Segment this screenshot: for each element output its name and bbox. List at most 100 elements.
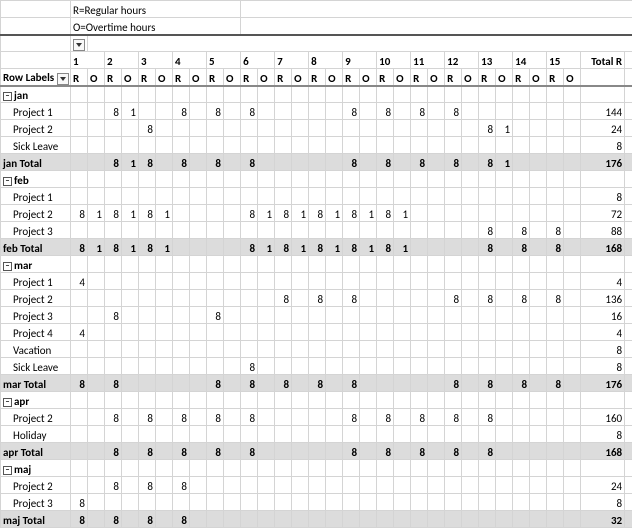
r-total-cell[interactable] bbox=[173, 239, 190, 256]
o-cell[interactable] bbox=[122, 494, 139, 511]
o-cell[interactable] bbox=[224, 307, 241, 324]
r-cell[interactable] bbox=[139, 222, 156, 239]
r-total-cell[interactable]: 8 bbox=[377, 154, 394, 171]
o-total-cell[interactable] bbox=[326, 154, 343, 171]
r-cell[interactable] bbox=[105, 324, 122, 341]
total-o-cell[interactable] bbox=[625, 188, 632, 205]
o-cell[interactable] bbox=[224, 273, 241, 290]
total-o-cell[interactable] bbox=[625, 358, 632, 375]
o-total-cell[interactable] bbox=[224, 443, 241, 460]
o-cell[interactable] bbox=[88, 358, 105, 375]
r-header[interactable]: R bbox=[377, 69, 394, 86]
r-total-cell[interactable]: 8 bbox=[241, 239, 258, 256]
o-total-cell[interactable] bbox=[88, 511, 105, 528]
o-total-cell[interactable] bbox=[258, 154, 275, 171]
r-cell[interactable] bbox=[479, 137, 496, 154]
o-total-cell[interactable]: 1 bbox=[326, 239, 343, 256]
o-cell[interactable] bbox=[224, 290, 241, 307]
o-cell[interactable] bbox=[292, 409, 309, 426]
o-cell[interactable] bbox=[530, 222, 547, 239]
o-total-cell[interactable] bbox=[564, 511, 581, 528]
month-row[interactable]: −feb bbox=[1, 171, 71, 188]
total-o-cell[interactable] bbox=[625, 341, 632, 358]
o-cell[interactable] bbox=[88, 494, 105, 511]
r-header[interactable]: R bbox=[71, 69, 88, 86]
cell[interactable] bbox=[479, 256, 496, 273]
day-header[interactable]: 14 bbox=[513, 52, 547, 69]
cell[interactable] bbox=[411, 392, 428, 409]
o-cell[interactable] bbox=[428, 409, 445, 426]
r-cell[interactable] bbox=[513, 341, 530, 358]
cell[interactable] bbox=[241, 1, 632, 18]
o-total-cell[interactable] bbox=[88, 375, 105, 392]
r-cell[interactable] bbox=[411, 341, 428, 358]
r-cell[interactable] bbox=[71, 188, 88, 205]
r-cell[interactable]: 8 bbox=[445, 290, 462, 307]
o-cell[interactable] bbox=[258, 222, 275, 239]
r-cell[interactable] bbox=[377, 290, 394, 307]
r-cell[interactable] bbox=[173, 341, 190, 358]
o-cell[interactable] bbox=[326, 358, 343, 375]
cell[interactable] bbox=[547, 86, 564, 103]
r-total-cell[interactable] bbox=[173, 375, 190, 392]
day-header[interactable]: 6 bbox=[241, 52, 275, 69]
chevron-down-icon[interactable] bbox=[73, 39, 85, 51]
r-cell[interactable] bbox=[479, 103, 496, 120]
o-total-cell[interactable] bbox=[394, 154, 411, 171]
o-cell[interactable] bbox=[190, 205, 207, 222]
o-cell[interactable] bbox=[428, 188, 445, 205]
r-cell[interactable] bbox=[241, 341, 258, 358]
o-cell[interactable] bbox=[394, 137, 411, 154]
cell[interactable] bbox=[326, 86, 343, 103]
r-cell[interactable] bbox=[207, 494, 224, 511]
r-cell[interactable]: 8 bbox=[513, 222, 530, 239]
cell[interactable] bbox=[581, 69, 625, 86]
r-total-cell[interactable] bbox=[207, 239, 224, 256]
r-cell[interactable]: 8 bbox=[411, 409, 428, 426]
total-o-cell[interactable] bbox=[625, 273, 632, 290]
cell[interactable] bbox=[292, 86, 309, 103]
o-cell[interactable] bbox=[496, 205, 513, 222]
cell[interactable] bbox=[411, 86, 428, 103]
cell[interactable] bbox=[173, 392, 190, 409]
cell[interactable] bbox=[1, 18, 71, 35]
r-cell[interactable] bbox=[275, 188, 292, 205]
o-cell[interactable] bbox=[190, 120, 207, 137]
cell[interactable] bbox=[547, 256, 564, 273]
o-total-cell[interactable] bbox=[122, 443, 139, 460]
r-cell[interactable] bbox=[241, 273, 258, 290]
r-cell[interactable] bbox=[241, 137, 258, 154]
o-cell[interactable] bbox=[224, 358, 241, 375]
total-o-cell[interactable] bbox=[625, 375, 632, 392]
r-cell[interactable] bbox=[275, 409, 292, 426]
o-cell[interactable] bbox=[258, 358, 275, 375]
r-cell[interactable] bbox=[241, 477, 258, 494]
cell[interactable] bbox=[258, 86, 275, 103]
r-cell[interactable] bbox=[377, 120, 394, 137]
cell[interactable] bbox=[292, 171, 309, 188]
o-cell[interactable] bbox=[462, 494, 479, 511]
o-cell[interactable] bbox=[258, 273, 275, 290]
r-cell[interactable]: 8 bbox=[275, 205, 292, 222]
o-cell[interactable] bbox=[224, 477, 241, 494]
o-cell[interactable] bbox=[428, 494, 445, 511]
r-cell[interactable]: 8 bbox=[309, 205, 326, 222]
cell[interactable] bbox=[241, 18, 632, 35]
cell[interactable] bbox=[394, 392, 411, 409]
o-total-cell[interactable]: 1 bbox=[258, 239, 275, 256]
r-cell[interactable]: 4 bbox=[71, 273, 88, 290]
cell[interactable] bbox=[360, 86, 377, 103]
o-cell[interactable] bbox=[292, 477, 309, 494]
cell[interactable] bbox=[139, 256, 156, 273]
r-cell[interactable] bbox=[139, 103, 156, 120]
r-total-cell[interactable] bbox=[479, 511, 496, 528]
r-total-cell[interactable]: 8 bbox=[207, 375, 224, 392]
o-total-cell[interactable] bbox=[156, 443, 173, 460]
r-cell[interactable]: 8 bbox=[173, 409, 190, 426]
o-total-cell[interactable] bbox=[564, 239, 581, 256]
r-cell[interactable] bbox=[241, 290, 258, 307]
cell[interactable] bbox=[190, 86, 207, 103]
r-cell[interactable]: 8 bbox=[105, 205, 122, 222]
r-total-cell[interactable]: 8 bbox=[377, 239, 394, 256]
o-cell[interactable] bbox=[530, 273, 547, 290]
